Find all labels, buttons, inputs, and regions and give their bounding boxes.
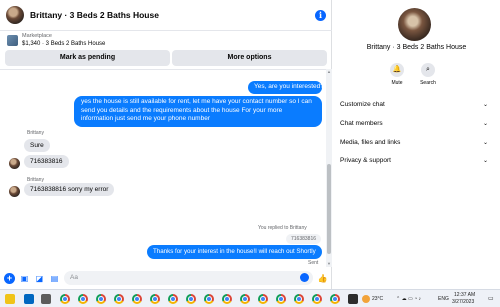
message-outgoing: yes the house is still available for ren… <box>74 96 322 127</box>
file-explorer-icon[interactable] <box>5 294 15 304</box>
composer-bar: + ▣ ◪ ▤ Aa 👍 <box>0 267 332 289</box>
message-incoming: 7163838816 sorry my error <box>24 183 115 196</box>
chrome-icon[interactable] <box>168 294 178 304</box>
info-icon[interactable]: i <box>315 9 326 21</box>
message-outgoing: Thanks for your interest in the house!I … <box>147 245 322 259</box>
message-outgoing: Yes, are you interested? <box>248 81 324 94</box>
quoted-message[interactable]: 716383816 <box>286 234 322 244</box>
marketplace-label: Marketplace <box>22 33 52 39</box>
mute-label[interactable]: Mute <box>382 80 412 86</box>
app-icon[interactable] <box>41 294 51 304</box>
like-icon[interactable]: 👍 <box>317 273 328 284</box>
privacy-support-row[interactable]: Privacy & support ⌄ <box>333 155 500 167</box>
emoji-icon[interactable] <box>300 273 309 282</box>
message-placeholder: Aa <box>70 274 78 281</box>
gif-icon[interactable]: ▤ <box>49 273 60 284</box>
messenger-window: Brittany · 3 Beds 2 Baths House i Market… <box>0 0 500 307</box>
chrome-icon[interactable] <box>150 294 160 304</box>
media-files-links-row[interactable]: Media, files and links ⌄ <box>333 137 500 149</box>
message-input[interactable]: Aa <box>64 271 313 285</box>
chat-header: Brittany · 3 Beds 2 Baths House i <box>0 0 332 31</box>
message-incoming: Sure <box>24 139 50 152</box>
message-scrollbar[interactable]: ▲ ▼ <box>326 69 332 267</box>
tray-icons[interactable]: ⌃ ☁ ▭ ◔ ♪ <box>396 296 421 302</box>
chat-members-row[interactable]: Chat members ⌄ <box>333 118 500 130</box>
chevron-down-icon: ⌄ <box>482 121 488 127</box>
chrome-icon[interactable] <box>330 294 340 304</box>
plus-icon[interactable]: + <box>4 272 15 284</box>
input-language[interactable]: ENG <box>438 296 449 302</box>
chrome-icon[interactable] <box>312 294 322 304</box>
message-incoming: 716383816 <box>24 155 69 168</box>
reply-indicator: You replied to Brittany <box>258 225 307 231</box>
chrome-icon[interactable] <box>78 294 88 304</box>
contact-avatar[interactable] <box>6 6 24 24</box>
chrome-icon[interactable] <box>60 294 70 304</box>
chrome-icon[interactable] <box>276 294 286 304</box>
chrome-icon[interactable] <box>204 294 214 304</box>
clock-time[interactable]: 12:37 AM <box>454 292 475 298</box>
chat-pane: Brittany · 3 Beds 2 Baths House i Market… <box>0 0 332 289</box>
app-icon[interactable] <box>348 294 358 304</box>
windows-taskbar: 23°C ⌃ ☁ ▭ ◔ ♪ ENG 12:37 AM 3/27/2023 ▭ <box>0 289 500 307</box>
profile-avatar[interactable] <box>398 8 431 41</box>
listing-title[interactable]: $1,340 · 3 Beds 2 Baths House <box>22 41 105 47</box>
chevron-down-icon: ⌄ <box>482 158 488 164</box>
weather-temp[interactable]: 23°C <box>372 296 383 302</box>
chevron-down-icon: ⌄ <box>482 140 488 146</box>
marketplace-banner: Marketplace $1,340 · 3 Beds 2 Baths Hous… <box>0 31 332 69</box>
conversation-info-panel: Brittany · 3 Beds 2 Baths House 🔔 Mute ⌕… <box>333 0 500 289</box>
search-label[interactable]: Search <box>413 80 443 86</box>
chrome-icon[interactable] <box>222 294 232 304</box>
row-label: Chat members <box>340 120 383 127</box>
chrome-icon[interactable] <box>132 294 142 304</box>
chrome-icon[interactable] <box>186 294 196 304</box>
customize-chat-row[interactable]: Customize chat ⌄ <box>333 99 500 111</box>
row-label: Media, files and links <box>340 139 401 146</box>
chrome-icon[interactable] <box>294 294 304 304</box>
chrome-icon[interactable] <box>258 294 268 304</box>
row-label: Privacy & support <box>340 157 391 164</box>
sender-avatar[interactable] <box>9 158 20 169</box>
chevron-down-icon: ⌄ <box>482 102 488 108</box>
chrome-icon[interactable] <box>96 294 106 304</box>
more-options-button[interactable]: More options <box>172 50 327 66</box>
scrollbar-thumb[interactable] <box>327 164 331 254</box>
listing-thumbnail[interactable] <box>7 35 18 46</box>
mark-as-pending-button[interactable]: Mark as pending <box>5 50 170 66</box>
profile-name: Brittany · 3 Beds 2 Baths House <box>366 44 467 51</box>
search-icon[interactable]: ⌕ <box>421 63 435 77</box>
row-label: Customize chat <box>340 101 385 108</box>
chrome-icon[interactable] <box>240 294 250 304</box>
weather-icon[interactable] <box>362 295 370 303</box>
bell-icon[interactable]: 🔔 <box>390 63 404 77</box>
sender-name: Brittany <box>27 130 44 136</box>
notification-icon[interactable]: ▭ <box>488 295 494 302</box>
chrome-icon[interactable] <box>114 294 124 304</box>
sender-avatar[interactable] <box>9 186 20 197</box>
chat-title[interactable]: Brittany · 3 Beds 2 Baths House <box>30 10 315 20</box>
sent-status: Sent <box>308 260 319 266</box>
image-icon[interactable]: ▣ <box>19 273 30 284</box>
clock-date[interactable]: 3/27/2023 <box>452 299 474 305</box>
mail-icon[interactable] <box>24 294 34 304</box>
sticker-icon[interactable]: ◪ <box>34 273 45 284</box>
message-list: Yes, are you interested? yes the house i… <box>0 69 326 267</box>
scroll-up-icon[interactable]: ▲ <box>326 69 332 75</box>
